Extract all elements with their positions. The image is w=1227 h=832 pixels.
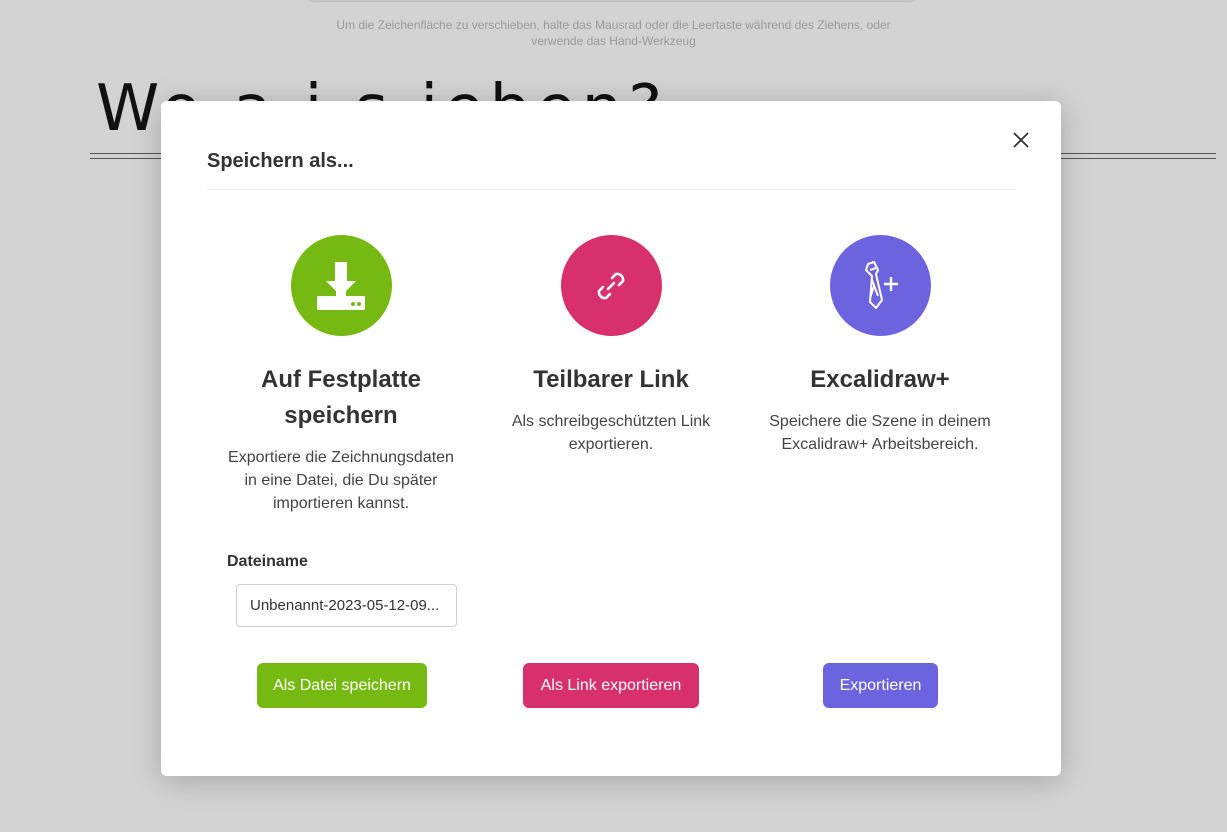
filename-input[interactable]: Unbenannt-2023-05-12-09...: [236, 584, 457, 627]
save-to-disk-title: Auf Festplatte speichern: [211, 362, 471, 434]
canvas-hint: Um die Zeichenfläche zu verschieben, hal…: [0, 17, 1227, 49]
dialog-title: Speichern als...: [207, 150, 354, 172]
export-excalidraw-plus-button[interactable]: Exportieren: [823, 663, 938, 708]
canvas-hint-line1: Um die Zeichenfläche zu verschieben, hal…: [336, 18, 891, 32]
save-to-disk-description: Exportiere die Zeichnungsdaten in eine D…: [228, 449, 454, 512]
canvas-hint-line2: verwende das Hand-Werkzeug: [531, 34, 696, 48]
shareable-link-option: Teilbarer Link Als schreibgeschützten Li…: [481, 235, 741, 456]
excalidraw-plus-description: Speichere die Szene in deinem Excalidraw…: [769, 413, 991, 453]
export-link-button[interactable]: Als Link exportieren: [523, 663, 699, 708]
save-to-disk-option: Auf Festplatte speichern Exportiere die …: [211, 235, 471, 515]
filename-label: Dateiname: [227, 553, 308, 570]
download-icon: [290, 235, 392, 336]
save-to-file-button[interactable]: Als Datei speichern: [257, 663, 427, 708]
shareable-link-description: Als schreibgeschützten Link exportieren.: [511, 413, 711, 453]
save-to-disk-title-line2: speichern: [284, 402, 398, 429]
excalidraw-plus-option: Excalidraw+ Speichere die Szene in deine…: [750, 235, 1010, 456]
close-icon[interactable]: [1011, 130, 1031, 150]
link-icon: [560, 235, 662, 336]
save-to-disk-title-line1: Auf Festplatte: [260, 366, 421, 393]
save-as-dialog: Speichern als... Auf Festplatte speicher…: [161, 101, 1061, 776]
excalidraw-plus-icon: [829, 235, 931, 336]
toolbar-edge: [305, 0, 917, 2]
excalidraw-plus-title: Excalidraw+: [810, 366, 950, 393]
divider: [207, 189, 1016, 190]
shareable-link-title: Teilbarer Link: [533, 366, 689, 393]
